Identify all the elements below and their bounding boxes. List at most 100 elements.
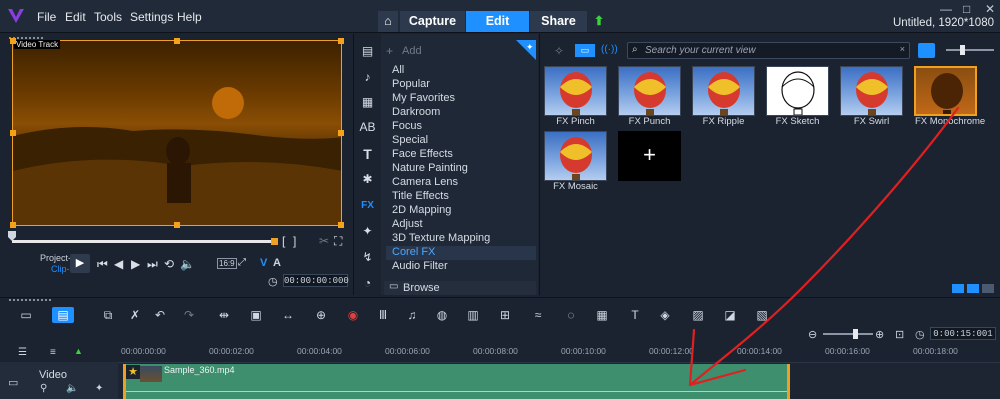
maximize-icon[interactable]: □ [963,2,970,16]
color-grade-icon[interactable]: ◈ [657,307,673,323]
tab-share[interactable]: Share [530,11,587,32]
transition-icon[interactable]: AB [359,119,376,136]
stabilize-icon[interactable]: ▦ [594,307,610,323]
category-focus[interactable]: Focus [392,120,422,132]
title-icon[interactable]: T [359,146,376,163]
audio-icon[interactable]: ♪ [359,69,376,86]
effect-thumbnail[interactable] [692,66,755,116]
enlarge-icon[interactable]: ⛶ [334,234,342,249]
media-library-icon[interactable]: ▤ [359,43,376,60]
menu-settings[interactable]: Settings [130,10,173,24]
browse-button[interactable]: ▭ Browse [384,281,536,295]
effect-thumbnail[interactable] [840,66,903,116]
subtitle-icon[interactable]: ▥ [465,307,481,323]
redo-icon[interactable]: ↷ [181,307,197,323]
category-2d-mapping[interactable]: 2D Mapping [392,204,451,216]
link-icon[interactable]: ⚲ [40,383,47,394]
mark-in-icon[interactable]: [ [282,234,285,248]
upload-arrow-icon[interactable]: ⬆ [592,11,606,32]
minimize-icon[interactable]: — [940,2,952,16]
play-button[interactable]: ▶ [70,254,90,273]
zoom-in-icon[interactable]: ⊕ [875,328,884,341]
width-icon[interactable]: ↔ [280,307,296,323]
view-toggle-icon[interactable] [952,284,964,293]
mark-out-icon[interactable]: ] [293,234,296,248]
category-special[interactable]: Special [392,134,428,146]
category-3d-texture-mapping[interactable]: 3D Texture Mapping [392,232,490,244]
storyboard-view-icon[interactable]: ▭ [18,307,34,323]
tab-capture[interactable]: Capture [400,11,465,32]
timecode-display[interactable]: 00:00:00:000 [283,274,349,287]
repeat-icon[interactable]: ⟲ [164,257,174,271]
video-filter-icon[interactable]: ▭ [575,44,595,57]
home-icon[interactable]: ⏮ [97,257,108,272]
speed-icon[interactable]: ◔ [359,275,376,292]
crop-handle[interactable] [174,38,180,44]
category-title-effects[interactable]: Title Effects [392,190,449,202]
split-screen-icon[interactable]: ⊞ [497,307,513,323]
motion-icon[interactable]: ◍ [434,307,450,323]
category-audio-filter[interactable]: Audio Filter [392,260,448,272]
instant-project-icon[interactable]: ▦ [359,94,376,111]
view-toggle-icon[interactable] [967,284,979,293]
track-fx-icon[interactable]: ✦ [95,383,103,394]
scale-icon[interactable]: ⊕ [313,307,329,323]
category-popular[interactable]: Popular [392,78,430,90]
undo-icon[interactable]: ↶ [152,307,168,323]
effect-add-icon[interactable]: ✧ [554,44,564,58]
scrub-bar[interactable] [12,240,276,243]
project-mode[interactable]: Project- [40,253,71,263]
add-plus-icon[interactable]: + [386,44,393,58]
crop-handle[interactable] [338,222,344,228]
category-nature-painting[interactable]: Nature Painting [392,162,468,174]
split-icon[interactable]: ✂ [319,234,329,248]
template-icon[interactable]: ▧ [754,307,770,323]
trim-marker-out[interactable] [271,238,278,245]
project-duration[interactable]: 0:00:15:001 [930,327,996,340]
thumbnail-size-handle[interactable] [960,45,965,55]
crop-handle[interactable] [10,222,16,228]
video-clip[interactable]: ★ Sample_360.mp4 [123,364,790,399]
audio-mixer-icon[interactable]: Ⅲ [375,307,391,323]
crop-handle[interactable] [174,222,180,228]
camera-movement-icon[interactable]: ▨ [690,307,706,323]
add-marker-icon[interactable]: ▲ [74,346,83,356]
category-face-effects[interactable]: Face Effects [392,148,453,160]
a-marker[interactable]: A [273,257,281,269]
zoom-slider[interactable] [823,333,873,335]
crop-icon[interactable]: ▣ [248,307,264,323]
fit-icon[interactable]: ⇹ [216,307,232,323]
effect-thumbnail[interactable] [544,66,607,116]
preview-window[interactable] [12,40,342,226]
crop-handle[interactable] [338,38,344,44]
timeline-view-icon[interactable]: ▤ [52,307,74,323]
end-icon[interactable]: ⏭ [147,257,158,272]
volume-icon[interactable]: 🔈 [180,257,195,271]
effect-thumbnail[interactable] [544,131,607,181]
category-camera-lens[interactable]: Camera Lens [392,176,458,188]
crop-handle[interactable] [338,130,344,136]
title-3d-icon[interactable]: T [627,307,643,323]
category-corel-fx[interactable]: Corel FX [392,246,435,258]
zoom-handle[interactable] [853,329,858,339]
audio-filter-icon[interactable]: ((·)) [601,44,618,55]
resize-icon[interactable]: ⤢ [238,257,246,268]
view-mode-icon[interactable] [918,43,935,58]
overlay-icon[interactable]: ✦ [359,223,376,240]
search-clear-icon[interactable]: × [900,44,905,54]
crop-handle[interactable] [10,38,16,44]
category-all[interactable]: All [392,64,404,76]
toolbar-grip[interactable] [8,298,52,302]
fit-timeline-icon[interactable]: ⊡ [895,328,904,341]
aspect-ratio-button[interactable]: 16:9 [217,258,237,269]
previous-frame-icon[interactable]: ◀ [114,257,123,271]
menu-edit[interactable]: Edit [65,10,86,24]
category-adjust[interactable]: Adjust [392,218,423,230]
path-icon[interactable]: ↯ [359,249,376,266]
close-icon[interactable]: ✕ [985,2,995,16]
add-effect-button[interactable]: + [618,131,681,181]
crop-handle[interactable] [10,130,16,136]
menu-help[interactable]: Help [177,10,202,24]
record-icon[interactable]: ◉ [345,307,361,323]
track-audio-icon[interactable]: 🔈 [66,383,78,394]
